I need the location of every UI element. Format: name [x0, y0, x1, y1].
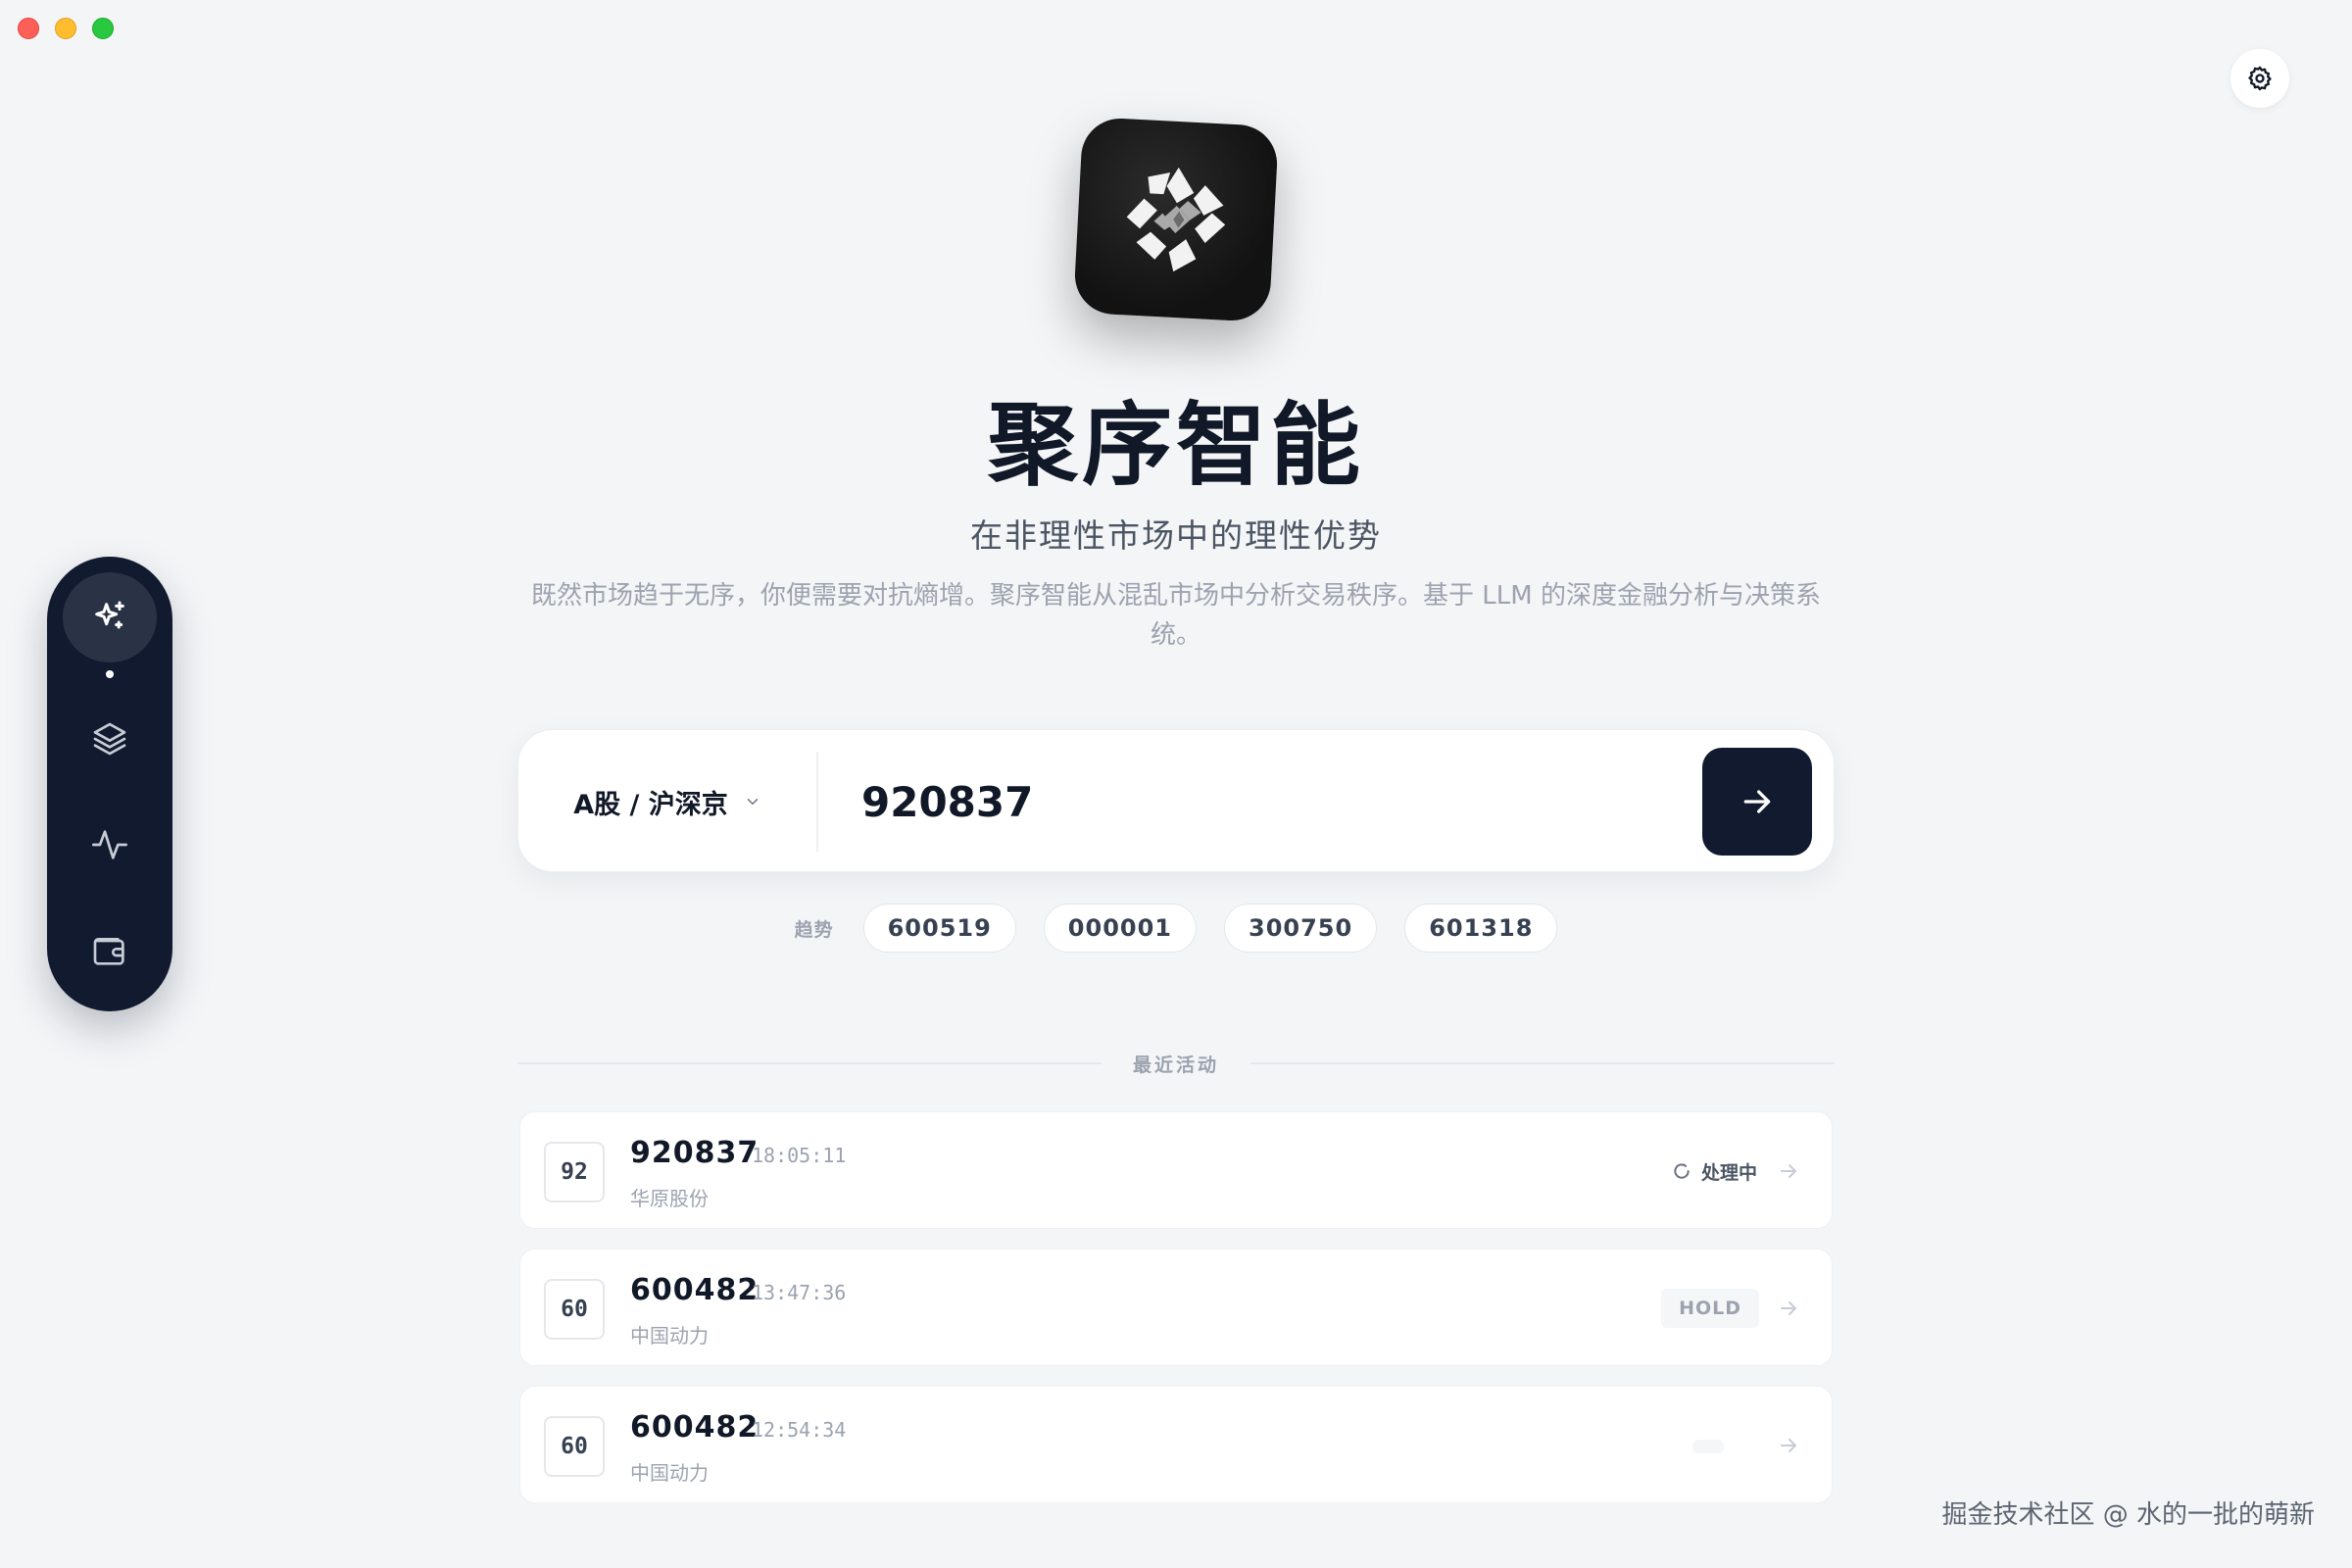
activity-time: 18:05:11: [752, 1144, 847, 1167]
stock-code-input[interactable]: [861, 760, 1685, 844]
trending-chip[interactable]: 300750: [1224, 904, 1378, 953]
trending-label: 趋势: [794, 918, 834, 941]
stock-code: 600482: [630, 1273, 760, 1307]
stock-code: 920837: [630, 1136, 760, 1170]
activity-time: 12:54:34: [752, 1418, 847, 1442]
page-description: 既然市场趋于无序，你便需要对抗熵增。聚序智能从混乱市场中分析交易秩序。基于 LL…: [531, 581, 1821, 650]
page-title: 聚序智能: [987, 393, 1364, 498]
status-badge: HOLD: [1661, 1289, 1759, 1328]
sparkles-icon: [95, 601, 124, 629]
market-select[interactable]: A股 / 沪深京: [518, 730, 816, 873]
dock-item-activity[interactable]: [63, 800, 157, 890]
stock-code: 600482: [630, 1410, 760, 1445]
watermark: 掘金技术社区 @ 水的一批的萌新: [1941, 1500, 2315, 1530]
trending-chip[interactable]: 600519: [862, 904, 1016, 953]
recent-activity-title: 最近活动: [1133, 1054, 1220, 1076]
trending-list: 趋势 600519 000001 300750 601318: [0, 904, 2352, 953]
activity-row[interactable]: 92 920837 18:05:11 华原股份 处理中: [519, 1111, 1833, 1229]
market-select-value: A股 / 沪深京: [573, 789, 728, 820]
trending-chip[interactable]: 601318: [1404, 904, 1558, 953]
dock-item-layers[interactable]: [63, 694, 157, 784]
settings-button[interactable]: [2230, 49, 2289, 108]
divider: [517, 1062, 1102, 1064]
open-activity-button[interactable]: [1769, 1152, 1808, 1191]
status-badge: [1692, 1440, 1724, 1453]
stock-badge: 92: [544, 1142, 605, 1202]
status-text: 处理中: [1700, 1161, 1757, 1184]
stock-name: 中国动力: [630, 1324, 709, 1348]
chevron-down-icon: [747, 799, 759, 805]
window-controls: [18, 18, 114, 39]
activity-time: 13:47:36: [752, 1281, 847, 1304]
stock-badge: 60: [544, 1279, 605, 1340]
dock-item-analysis[interactable]: [63, 572, 157, 663]
logo-mark-icon: [1126, 167, 1226, 272]
arrow-right-icon: [1781, 1164, 1796, 1178]
open-activity-button[interactable]: [1769, 1426, 1808, 1465]
stock-name: 华原股份: [630, 1187, 709, 1210]
recent-activity-header: 最近活动: [517, 1047, 1836, 1080]
stock-badge: 60: [544, 1416, 605, 1477]
maximize-window-button[interactable]: [92, 18, 114, 39]
divider: [1250, 1062, 1836, 1064]
trending-chip[interactable]: 000001: [1043, 904, 1197, 953]
layers-icon: [93, 722, 126, 756]
search-divider: [816, 752, 818, 852]
stock-name: 中国动力: [630, 1461, 709, 1485]
app-window: 聚序智能 在非理性市场中的理性优势 既然市场趋于无序，你便需要对抗熵增。聚序智能…: [0, 0, 2352, 1568]
status-badge: 处理中: [1672, 1152, 1757, 1191]
close-window-button[interactable]: [18, 18, 39, 39]
active-indicator: [106, 670, 114, 678]
open-activity-button[interactable]: [1769, 1289, 1808, 1328]
app-logo: [1072, 116, 1280, 323]
activity-row[interactable]: 60 600482 12:54:34 中国动力: [519, 1386, 1833, 1503]
page-subtitle: 在非理性市场中的理性优势: [970, 516, 1382, 555]
arrow-right-icon: [1743, 790, 1771, 813]
spinner-icon: [1674, 1163, 1690, 1179]
gear-icon: [2248, 66, 2272, 91]
search-submit-button[interactable]: [1702, 748, 1812, 856]
activity-row[interactable]: 60 600482 13:47:36 中国动力 HOLD: [519, 1249, 1833, 1366]
minimize-window-button[interactable]: [55, 18, 76, 39]
stock-search-bar: A股 / 沪深京: [517, 729, 1835, 872]
arrow-right-icon: [1781, 1301, 1796, 1315]
activity-icon: [92, 830, 128, 859]
arrow-right-icon: [1781, 1439, 1796, 1452]
